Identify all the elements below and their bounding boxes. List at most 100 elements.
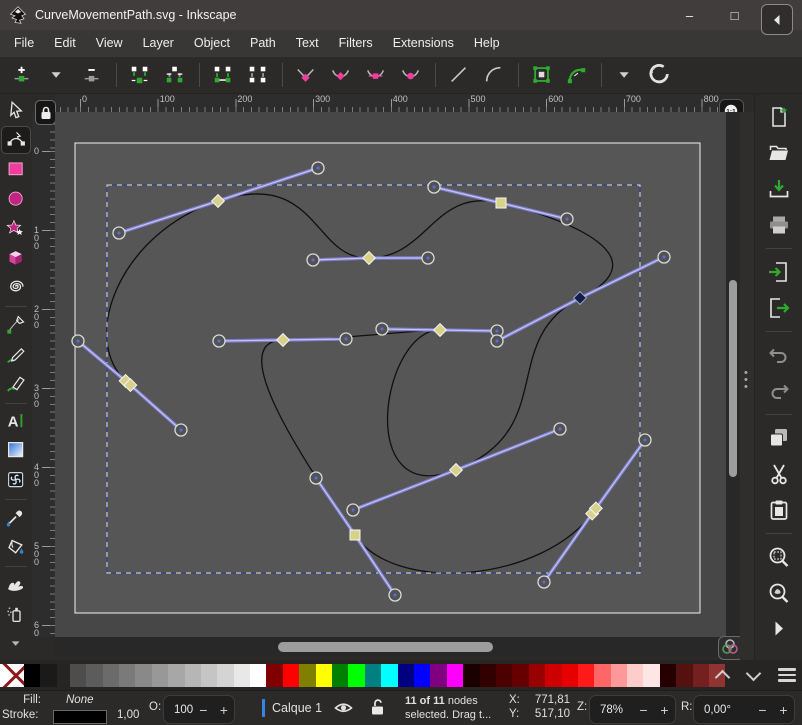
palette-swatch[interactable] [545, 664, 561, 687]
tool-text[interactable]: A [2, 409, 30, 434]
palette-swatch[interactable] [250, 664, 266, 687]
palette-swatch[interactable] [447, 664, 463, 687]
palette-swatch[interactable] [512, 664, 528, 687]
rotation-spinner[interactable]: 0,00° − + [693, 695, 795, 724]
zoom-minus-button[interactable]: − [633, 702, 654, 718]
paste-button[interactable] [764, 495, 794, 525]
palette-swatch[interactable] [201, 664, 217, 687]
menu-layer[interactable]: Layer [133, 30, 184, 57]
palette-scroll-up-icon[interactable] [716, 668, 730, 682]
zoom-spinner[interactable]: 78% − + [589, 695, 676, 724]
document-save-button[interactable] [764, 174, 794, 204]
stroke-width-value[interactable]: 1,00 [117, 709, 139, 721]
lock-guides-toggle[interactable] [35, 100, 56, 125]
tool-spiral[interactable] [2, 275, 30, 300]
object-to-path-button[interactable] [528, 61, 556, 89]
tool-tweak[interactable] [2, 572, 30, 597]
expand-right-button[interactable] [764, 614, 794, 644]
palette-swatch[interactable] [185, 664, 201, 687]
copy-button[interactable] [764, 423, 794, 453]
menu-text[interactable]: Text [286, 30, 329, 57]
palette-swatch[interactable] [283, 664, 299, 687]
menu-filters[interactable]: Filters [329, 30, 383, 57]
segment-line-button[interactable] [445, 61, 473, 89]
opacity-value[interactable]: 100 [164, 704, 193, 716]
zoom-value[interactable]: 78% [590, 704, 633, 716]
tool-node[interactable] [2, 127, 30, 152]
join-with-segment-button[interactable] [209, 61, 237, 89]
tool-mesh[interactable] [2, 467, 30, 492]
export-button[interactable] [764, 293, 794, 323]
palette-swatch[interactable] [693, 664, 709, 687]
join-nodes-button[interactable] [126, 61, 154, 89]
palette-swatch[interactable] [40, 664, 56, 687]
palette-swatch[interactable] [414, 664, 430, 687]
snap-toggle-button[interactable] [646, 61, 674, 89]
vertical-scrollbar-thumb[interactable] [729, 280, 737, 477]
toolbar-overflow-dropdown-button[interactable] [611, 61, 639, 89]
palette-swatch[interactable] [103, 664, 119, 687]
undo-button[interactable] [764, 340, 794, 370]
horizontal-scrollbar[interactable] [55, 637, 726, 657]
minimize-button[interactable]: – [667, 0, 712, 30]
palette-swatch[interactable] [168, 664, 184, 687]
menu-path[interactable]: Path [240, 30, 286, 57]
tool-star[interactable] [2, 216, 30, 241]
stroke-color-swatch[interactable] [53, 710, 107, 724]
palette-swatch[interactable] [562, 664, 578, 687]
rotation-minus-button[interactable]: − [752, 702, 773, 718]
palette-swatch[interactable] [480, 664, 496, 687]
palette-swatch[interactable] [398, 664, 414, 687]
opacity-spinner[interactable]: 100 − + [163, 695, 235, 724]
palette-swatch[interactable] [86, 664, 102, 687]
node-symmetric-button[interactable] [362, 61, 390, 89]
zoom-selection-button[interactable] [764, 542, 794, 572]
document-new-button[interactable] [764, 102, 794, 132]
palette-swatch[interactable] [529, 664, 545, 687]
menu-help[interactable]: Help [464, 30, 510, 57]
palette-swatch[interactable] [660, 664, 676, 687]
fill-value[interactable]: None [66, 694, 94, 706]
menu-edit[interactable]: Edit [44, 30, 86, 57]
delete-node-button[interactable] [78, 61, 106, 89]
collapse-panel-button[interactable] [761, 4, 793, 35]
palette-swatch[interactable] [266, 664, 282, 687]
maximize-button[interactable]: □ [712, 0, 757, 30]
palette-swatch[interactable] [430, 664, 446, 687]
redo-button[interactable] [764, 376, 794, 406]
horizontal-ruler[interactable]: 0100200300400500600700800 [55, 94, 720, 113]
opacity-minus-button[interactable]: − [193, 702, 213, 718]
palette-swatch[interactable] [365, 664, 381, 687]
palette-swatch[interactable] [627, 664, 643, 687]
palette-swatch[interactable] [152, 664, 168, 687]
tool-paint-bucket[interactable] [2, 534, 30, 559]
document-print-button[interactable] [764, 210, 794, 240]
menu-object[interactable]: Object [184, 30, 240, 57]
opacity-plus-button[interactable]: + [214, 702, 234, 718]
tool-gradient[interactable] [2, 438, 30, 463]
rotation-plus-button[interactable]: + [773, 702, 794, 718]
path-node[interactable] [350, 530, 360, 540]
tool-more-tools[interactable] [2, 631, 30, 656]
palette-swatch[interactable] [316, 664, 332, 687]
palette-swatch[interactable] [135, 664, 151, 687]
tool-pencil[interactable] [2, 342, 30, 367]
palette-swatch[interactable] [234, 664, 250, 687]
palette-swatch[interactable] [24, 664, 40, 687]
menu-file[interactable]: File [4, 30, 44, 57]
node-corner-button[interactable] [292, 61, 320, 89]
canvas[interactable] [55, 112, 726, 637]
node-smooth-button[interactable] [327, 61, 355, 89]
palette-swatch[interactable] [496, 664, 512, 687]
layer-name[interactable]: Calque 1 [272, 701, 322, 715]
palette-swatch[interactable] [381, 664, 397, 687]
folder-open-button[interactable] [764, 138, 794, 168]
segment-curve-button[interactable] [480, 61, 508, 89]
tool-selector[interactable] [2, 98, 30, 123]
cut-button[interactable] [764, 459, 794, 489]
palette-swatch[interactable] [299, 664, 315, 687]
palette-swatch[interactable] [332, 664, 348, 687]
palette-swatch[interactable] [463, 664, 479, 687]
stroke-to-path-button[interactable] [563, 61, 591, 89]
tool-calligraphy[interactable] [2, 371, 30, 396]
